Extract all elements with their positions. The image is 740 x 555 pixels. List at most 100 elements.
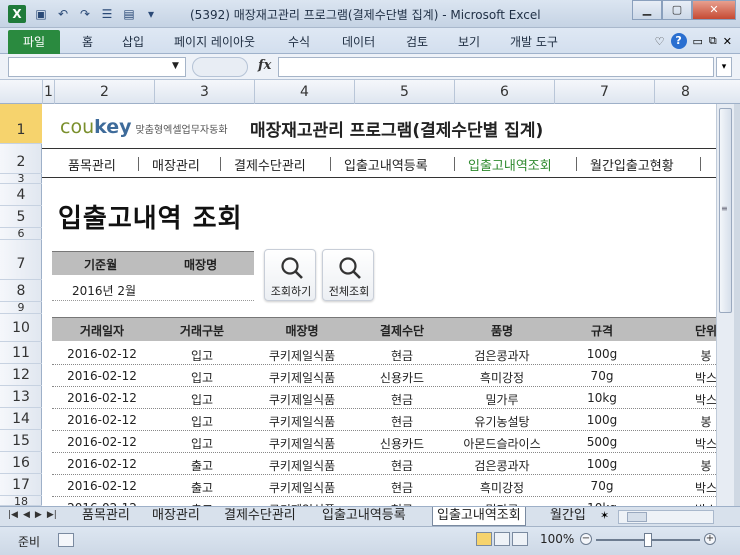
worksheet[interactable]: coukey 맞춤형엑셀업무자동화 매장재고관리 프로그램(결제수단별 집계) 품… xyxy=(42,104,716,506)
doc-close-icon[interactable]: ✕ xyxy=(723,35,732,48)
last-sheet-icon[interactable]: ▶| xyxy=(47,510,57,520)
table-row[interactable]: 2016-02-12 입고 쿠키제일식품 현금 검은콩과자 100g 봉 xyxy=(52,343,716,365)
menu-item-items[interactable]: 품목관리 xyxy=(68,155,116,174)
menu-item-payment[interactable]: 결제수단관리 xyxy=(234,155,306,174)
sheet-tab-inout-register[interactable]: 입출고내역등록 xyxy=(318,507,410,526)
column-header[interactable]: 5 xyxy=(354,80,454,104)
search-button[interactable]: 조회하기 xyxy=(264,249,316,301)
row-header[interactable]: 17 xyxy=(0,474,42,496)
sheet-tab-payment[interactable]: 결제수단관리 xyxy=(220,507,300,526)
column-header[interactable]: 3 xyxy=(154,80,254,104)
column-header[interactable]: 8 xyxy=(654,80,716,104)
page-title: 입출고내역 조회 xyxy=(58,204,243,234)
sheet-tab-inout-query[interactable]: 입출고내역조회 xyxy=(432,507,526,526)
row-header[interactable]: 18 xyxy=(0,496,42,506)
table-row[interactable]: 2016-02-12 출고 쿠키제일식품 현금 검은콩과자 100g 봉 xyxy=(52,453,716,475)
column-header[interactable]: 2 xyxy=(54,80,154,104)
tab-developer[interactable]: 개발 도구 xyxy=(510,33,558,50)
page-layout-view-icon[interactable] xyxy=(494,532,510,546)
help-icon[interactable]: ? xyxy=(670,33,687,49)
save-icon[interactable]: ▣ xyxy=(32,5,50,23)
tab-file[interactable]: 파일 xyxy=(8,30,60,54)
tab-home[interactable]: 홈 xyxy=(82,33,93,50)
menu-item-stores[interactable]: 매장관리 xyxy=(152,155,200,174)
minimize-button[interactable]: ▁ xyxy=(632,0,662,20)
cell-unit: 박스 xyxy=(694,371,716,385)
tab-view[interactable]: 보기 xyxy=(458,33,480,50)
tab-insert[interactable]: 삽입 xyxy=(122,33,144,50)
row-header[interactable]: 15 xyxy=(0,430,42,452)
cell-product: 검은콩과자 xyxy=(474,459,530,473)
table-row[interactable]: 2016-02-12 입고 쿠키제일식품 신용카드 흑미강정 70g 박스 xyxy=(52,365,716,387)
calc-icon[interactable]: ▤ xyxy=(120,5,138,23)
page-break-view-icon[interactable] xyxy=(512,532,528,546)
customize-qat-icon[interactable]: ▾ xyxy=(142,5,160,23)
undo-icon[interactable]: ↶ xyxy=(54,5,72,23)
menu-item-inout-query[interactable]: 입출고내역조회 xyxy=(468,155,552,174)
next-sheet-icon[interactable]: ▶ xyxy=(35,510,42,520)
tab-review[interactable]: 검토 xyxy=(406,33,428,50)
form-icon[interactable]: ☰ xyxy=(98,5,116,23)
zoom-level[interactable]: 100% xyxy=(540,532,574,546)
cell-spec: 70g xyxy=(590,479,614,493)
insert-sheet-icon[interactable]: ✶ xyxy=(600,509,609,522)
sheet-tab-stores[interactable]: 매장관리 xyxy=(148,507,204,526)
menu-item-inout-register[interactable]: 입출고내역등록 xyxy=(344,155,428,174)
row-header[interactable]: 2 xyxy=(0,144,42,174)
prev-sheet-icon[interactable]: ◀ xyxy=(23,510,30,520)
row-header[interactable]: 10 xyxy=(0,314,42,342)
search-all-button[interactable]: 전체조회 xyxy=(322,249,374,301)
close-button[interactable]: ✕ xyxy=(692,0,736,20)
table-row[interactable]: 2016-02-12출고쿠키제일식품현금밀가루10kg박스 xyxy=(52,497,716,506)
tab-page-layout[interactable]: 페이지 레이아웃 xyxy=(174,33,255,50)
table-row[interactable]: 2016-02-12 입고 쿠키제일식품 신용카드 아몬드슬라이스 500g 박스 xyxy=(52,431,716,453)
row-header[interactable]: 4 xyxy=(0,184,42,206)
tab-formulas[interactable]: 수식 xyxy=(288,33,310,50)
row-header[interactable]: 12 xyxy=(0,364,42,386)
ribbon-collapse-icon[interactable]: ♡ xyxy=(655,35,665,48)
row-header[interactable]: 6 xyxy=(0,228,42,240)
doc-restore-icon[interactable]: ⧉ xyxy=(709,34,717,48)
row-header[interactable]: 7 xyxy=(0,240,42,280)
table-row[interactable]: 2016-02-12 입고 쿠키제일식품 현금 밀가루 10kg 박스 xyxy=(52,387,716,409)
excel-icon[interactable]: X xyxy=(8,5,26,23)
table-row[interactable]: 2016-02-12 입고 쿠키제일식품 현금 유기농설탕 100g 봉 xyxy=(52,409,716,431)
formula-input[interactable] xyxy=(278,57,714,77)
header-spec: 규격 xyxy=(590,324,614,338)
vertical-scrollbar[interactable]: ≡ xyxy=(716,104,734,506)
table-row[interactable]: 2016-02-12 출고 쿠키제일식품 현금 흑미강정 70g 박스 xyxy=(52,475,716,497)
column-header[interactable]: 7 xyxy=(554,80,654,104)
cell-spec: 10kg xyxy=(587,391,617,405)
zoom-slider-thumb[interactable] xyxy=(644,533,652,547)
doc-minimize-icon[interactable]: ▭ xyxy=(693,35,703,48)
first-sheet-icon[interactable]: |◀ xyxy=(8,510,18,520)
insert-function-icon[interactable]: fx xyxy=(258,58,271,73)
maximize-button[interactable]: ▢ xyxy=(662,0,692,20)
row-header[interactable]: 14 xyxy=(0,408,42,430)
sheet-tab-items[interactable]: 품목관리 xyxy=(78,507,134,526)
redo-icon[interactable]: ↷ xyxy=(76,5,94,23)
menu-item-monthly[interactable]: 월간입출고현황 xyxy=(590,155,674,174)
expand-formula-icon[interactable]: ▾ xyxy=(716,57,732,77)
row-header[interactable]: 9 xyxy=(0,302,42,314)
column-header[interactable]: 1 xyxy=(42,80,54,104)
month-value[interactable]: 2016년 2월 xyxy=(72,282,136,299)
row-header[interactable]: 3 xyxy=(0,173,42,184)
row-header[interactable]: 5 xyxy=(0,206,42,228)
tab-data[interactable]: 데이터 xyxy=(342,33,375,50)
column-header[interactable]: 4 xyxy=(254,80,354,104)
row-header[interactable]: 11 xyxy=(0,342,42,364)
name-box[interactable] xyxy=(8,57,186,77)
name-box-dropdown-icon[interactable]: ▼ xyxy=(172,61,179,71)
zoom-in-icon[interactable]: + xyxy=(704,533,716,545)
sheet-tab-monthly[interactable]: 월간입 xyxy=(546,507,590,526)
row-header[interactable]: 1 xyxy=(0,104,42,144)
row-header[interactable]: 8 xyxy=(0,280,42,302)
macro-record-icon[interactable] xyxy=(58,533,74,547)
row-header[interactable]: 13 xyxy=(0,386,42,408)
horizontal-scrollbar[interactable] xyxy=(618,510,714,524)
zoom-out-icon[interactable]: − xyxy=(580,533,592,545)
normal-view-icon[interactable] xyxy=(476,532,492,546)
row-header[interactable]: 16 xyxy=(0,452,42,474)
column-header[interactable]: 6 xyxy=(454,80,554,104)
